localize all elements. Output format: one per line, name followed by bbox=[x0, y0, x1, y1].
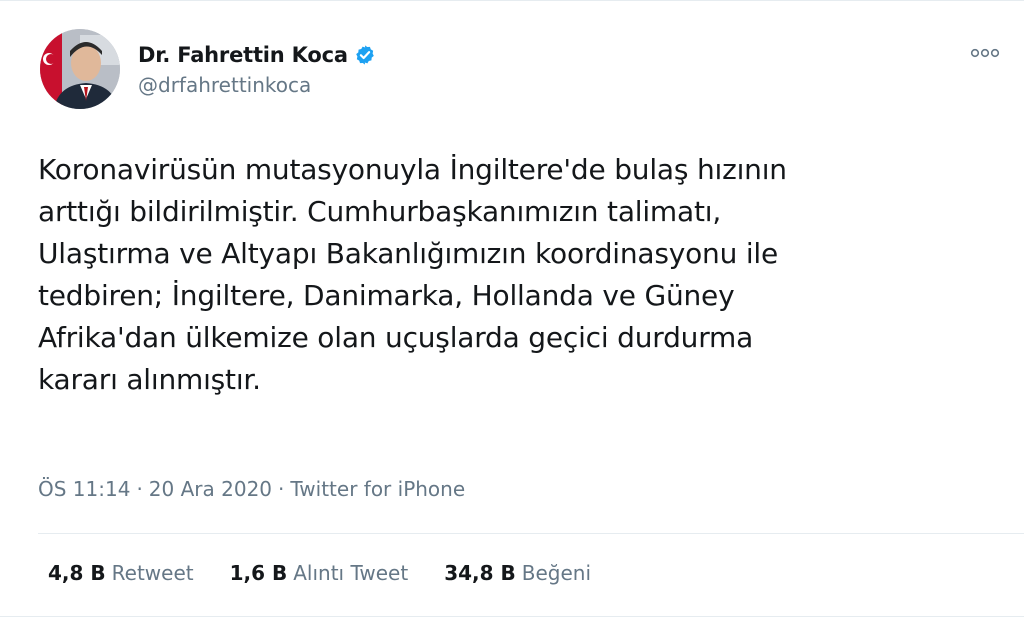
quote-tweet-stat[interactable]: 1,6 B Alıntı Tweet bbox=[230, 561, 409, 585]
tweet-card: Dr. Fahrettin Koca @drfahrettinkoca Koro… bbox=[0, 0, 1024, 617]
author-name-row: Dr. Fahrettin Koca bbox=[138, 43, 376, 67]
tweet-text-line: arttığı bildirilmiştir. Cumhurbaşkanımız… bbox=[38, 195, 722, 228]
tweet-text: Koronavirüsün mutasyonuyla İngiltere'de … bbox=[38, 149, 998, 401]
tweet-source[interactable]: Twitter for iPhone bbox=[290, 477, 465, 501]
tweet-text-line: tedbiren; İngiltere, Danimarka, Hollanda… bbox=[38, 279, 735, 312]
like-label: Beğeni bbox=[521, 561, 592, 585]
tweet-date[interactable]: 20 Ara 2020 bbox=[149, 477, 272, 501]
retweet-label: Retweet bbox=[111, 561, 194, 585]
tweet-meta: ÖS 11:14 · 20 Ara 2020 · Twitter for iPh… bbox=[38, 477, 465, 501]
author-block: Dr. Fahrettin Koca @drfahrettinkoca bbox=[138, 43, 376, 97]
meta-separator: · bbox=[136, 477, 143, 501]
retweet-count: 4,8 B bbox=[48, 561, 106, 585]
avatar[interactable] bbox=[40, 29, 120, 109]
tweet-time[interactable]: ÖS 11:14 bbox=[38, 477, 130, 501]
quote-tweet-label: Alıntı Tweet bbox=[293, 561, 409, 585]
avatar-image bbox=[40, 29, 120, 109]
tweet-text-line: Koronavirüsün mutasyonuyla İngiltere'de … bbox=[38, 153, 787, 186]
more-options-button[interactable] bbox=[968, 41, 1002, 65]
tweet-text-line: Afrika'dan ülkemize olan uçuşlarda geçic… bbox=[38, 321, 754, 354]
tweet-text-line: kararı alınmıştır. bbox=[38, 363, 261, 396]
tweet-header: Dr. Fahrettin Koca @drfahrettinkoca bbox=[40, 29, 376, 109]
quote-tweet-count: 1,6 B bbox=[229, 561, 288, 585]
retweet-stat[interactable]: 4,8 B Retweet bbox=[48, 561, 194, 585]
verified-badge-icon bbox=[354, 44, 376, 66]
tweet-stats: 4,8 B Retweet 1,6 B Alıntı Tweet 34,8 B … bbox=[48, 561, 627, 585]
meta-separator: · bbox=[278, 477, 285, 501]
display-name[interactable]: Dr. Fahrettin Koca bbox=[138, 43, 348, 67]
divider bbox=[38, 533, 1024, 534]
more-options-icon bbox=[970, 48, 1000, 58]
tweet-text-line: Ulaştırma ve Altyapı Bakanlığımızın koor… bbox=[38, 237, 779, 270]
like-count: 34,8 B bbox=[444, 561, 516, 585]
like-stat[interactable]: 34,8 B Beğeni bbox=[444, 561, 591, 585]
author-handle[interactable]: @drfahrettinkoca bbox=[138, 73, 376, 97]
